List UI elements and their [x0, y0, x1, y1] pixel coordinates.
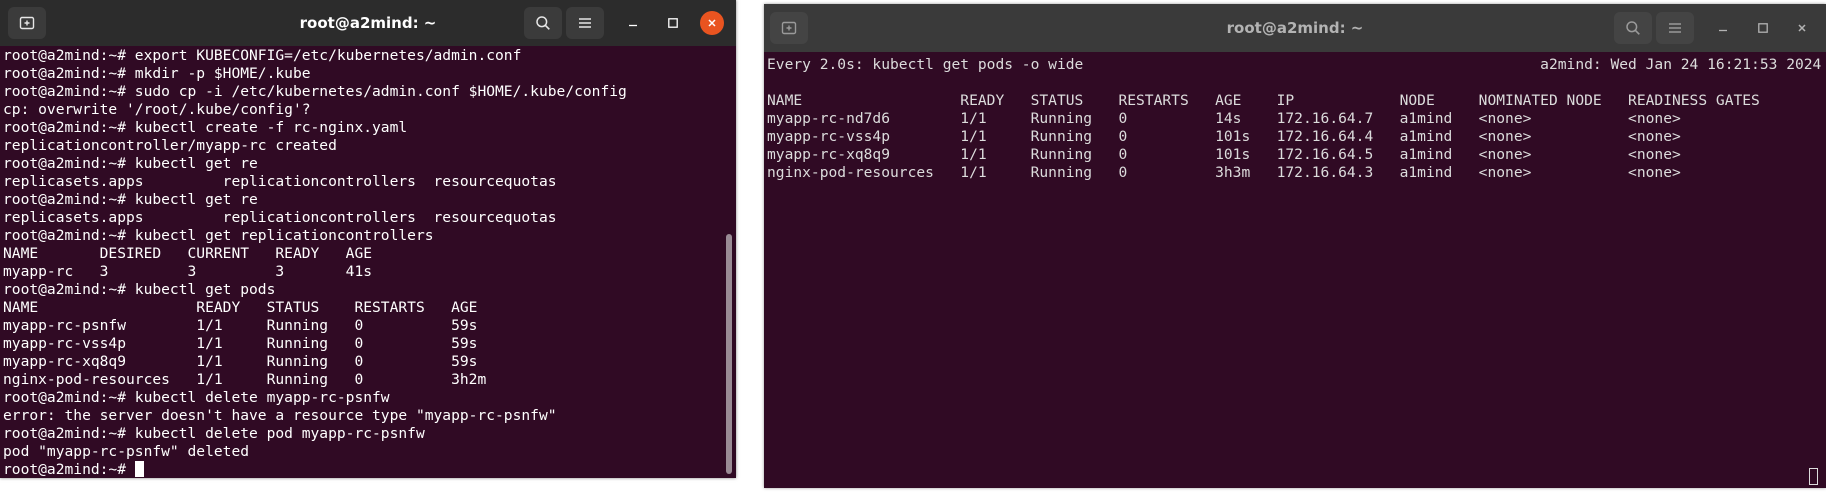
terminal-line: root@a2mind:~# kubectl create -f rc-ngin…: [3, 119, 408, 136]
minimize-button[interactable]: [621, 11, 645, 35]
terminal-window-left[interactable]: root@a2mind: ~ root@a2mind:~# export KUB…: [0, 0, 736, 478]
search-button[interactable]: [524, 7, 562, 39]
terminal-line: root@a2mind:~# kubectl get pods: [3, 281, 276, 298]
terminal-line: root@a2mind:~# kubectl get re: [3, 191, 258, 208]
terminal-line: root@a2mind:~# kubectl delete pod myapp-…: [3, 425, 425, 442]
terminal-line: myapp-rc 3 3 3 41s: [3, 263, 373, 280]
prompt-line[interactable]: root@a2mind:~#: [3, 461, 627, 478]
minimize-button[interactable]: [1711, 16, 1735, 40]
maximize-button[interactable]: [1751, 16, 1775, 40]
terminal-line: NAME READY STATUS RESTARTS AGE IP NODE N…: [767, 92, 1760, 109]
hamburger-menu-icon: [577, 16, 593, 30]
terminal-line: root@a2mind:~# kubectl get re: [3, 155, 258, 172]
terminal-line: root@a2mind:~# export KUBECONFIG=/etc/ku…: [3, 47, 522, 64]
terminal-line: myapp-rc-vss4p 1/1 Running 0 59s: [3, 335, 478, 352]
search-button[interactable]: [1614, 12, 1652, 44]
minimize-icon: [627, 14, 639, 33]
terminal-line: replicasets.apps replicationcontrollers …: [3, 209, 557, 226]
terminal-line: root@a2mind:~# kubectl delete myapp-rc-p…: [3, 389, 390, 406]
terminal-line: NAME READY STATUS RESTARTS AGE: [3, 299, 478, 316]
terminal-line: root@a2mind:~# sudo cp -i /etc/kubernete…: [3, 83, 627, 100]
maximize-icon: [1757, 19, 1769, 38]
hamburger-menu-icon: [1667, 21, 1683, 35]
terminal-line: nginx-pod-resources 1/1 Running 0 3h2m: [3, 371, 487, 388]
menu-button[interactable]: [566, 7, 604, 39]
terminal-line: error: the server doesn't have a resourc…: [3, 407, 557, 424]
terminal-line: myapp-rc-nd7d6 1/1 Running 0 14s 172.16.…: [767, 110, 1681, 127]
terminal-line: myapp-rc-xq8q9 1/1 Running 0 59s: [3, 353, 478, 370]
titlebar[interactable]: root@a2mind: ~: [764, 4, 1826, 52]
new-tab-button[interactable]: [770, 12, 808, 44]
menu-button[interactable]: [1656, 12, 1694, 44]
terminal-line: myapp-rc-xq8q9 1/1 Running 0 101s 172.16…: [767, 146, 1681, 163]
prompt: root@a2mind:~#: [3, 461, 135, 478]
close-button[interactable]: [1790, 16, 1814, 40]
close-icon: [706, 14, 718, 33]
terminal-output[interactable]: root@a2mind:~# export KUBECONFIG=/etc/ku…: [0, 46, 736, 478]
watch-header: Every 2.0s: kubectl get pods -o wide a2m…: [767, 56, 1822, 73]
terminal-line: nginx-pod-resources 1/1 Running 0 3h3m 1…: [767, 164, 1681, 181]
scrollbar[interactable]: [726, 234, 732, 474]
search-icon: [535, 15, 551, 31]
new-tab-button[interactable]: [8, 7, 46, 39]
titlebar[interactable]: root@a2mind: ~: [0, 0, 736, 46]
terminal-line: cp: overwrite '/root/.kube/config'?: [3, 101, 311, 118]
terminal-line: pod "myapp-rc-psnfw" deleted: [3, 443, 250, 460]
close-icon: [1796, 19, 1808, 38]
terminal-line: myapp-rc-vss4p 1/1 Running 0 101s 172.16…: [767, 128, 1681, 145]
close-button[interactable]: [700, 11, 724, 35]
terminal-window-right[interactable]: root@a2mind: ~ Every 2.0s: kubectl get p…: [764, 4, 1826, 488]
maximize-button[interactable]: [661, 11, 685, 35]
minimize-icon: [1717, 19, 1729, 38]
terminal-line: replicationcontroller/myapp-rc created: [3, 137, 337, 154]
terminal-line: NAME DESIRED CURRENT READY AGE: [3, 245, 373, 262]
text-cursor: [134, 461, 144, 477]
search-icon: [1625, 20, 1641, 36]
terminal-line: replicasets.apps replicationcontrollers …: [3, 173, 557, 190]
new-tab-icon: [19, 15, 35, 31]
maximize-icon: [667, 14, 679, 33]
cursor-block: [1809, 468, 1818, 485]
terminal-line: root@a2mind:~# kubectl get replicationco…: [3, 227, 434, 244]
terminal-line: root@a2mind:~# mkdir -p $HOME/.kube: [3, 65, 311, 82]
terminal-output[interactable]: Every 2.0s: kubectl get pods -o wide a2m…: [764, 52, 1826, 488]
terminal-line: myapp-rc-psnfw 1/1 Running 0 59s: [3, 317, 478, 334]
new-tab-icon: [781, 20, 797, 36]
